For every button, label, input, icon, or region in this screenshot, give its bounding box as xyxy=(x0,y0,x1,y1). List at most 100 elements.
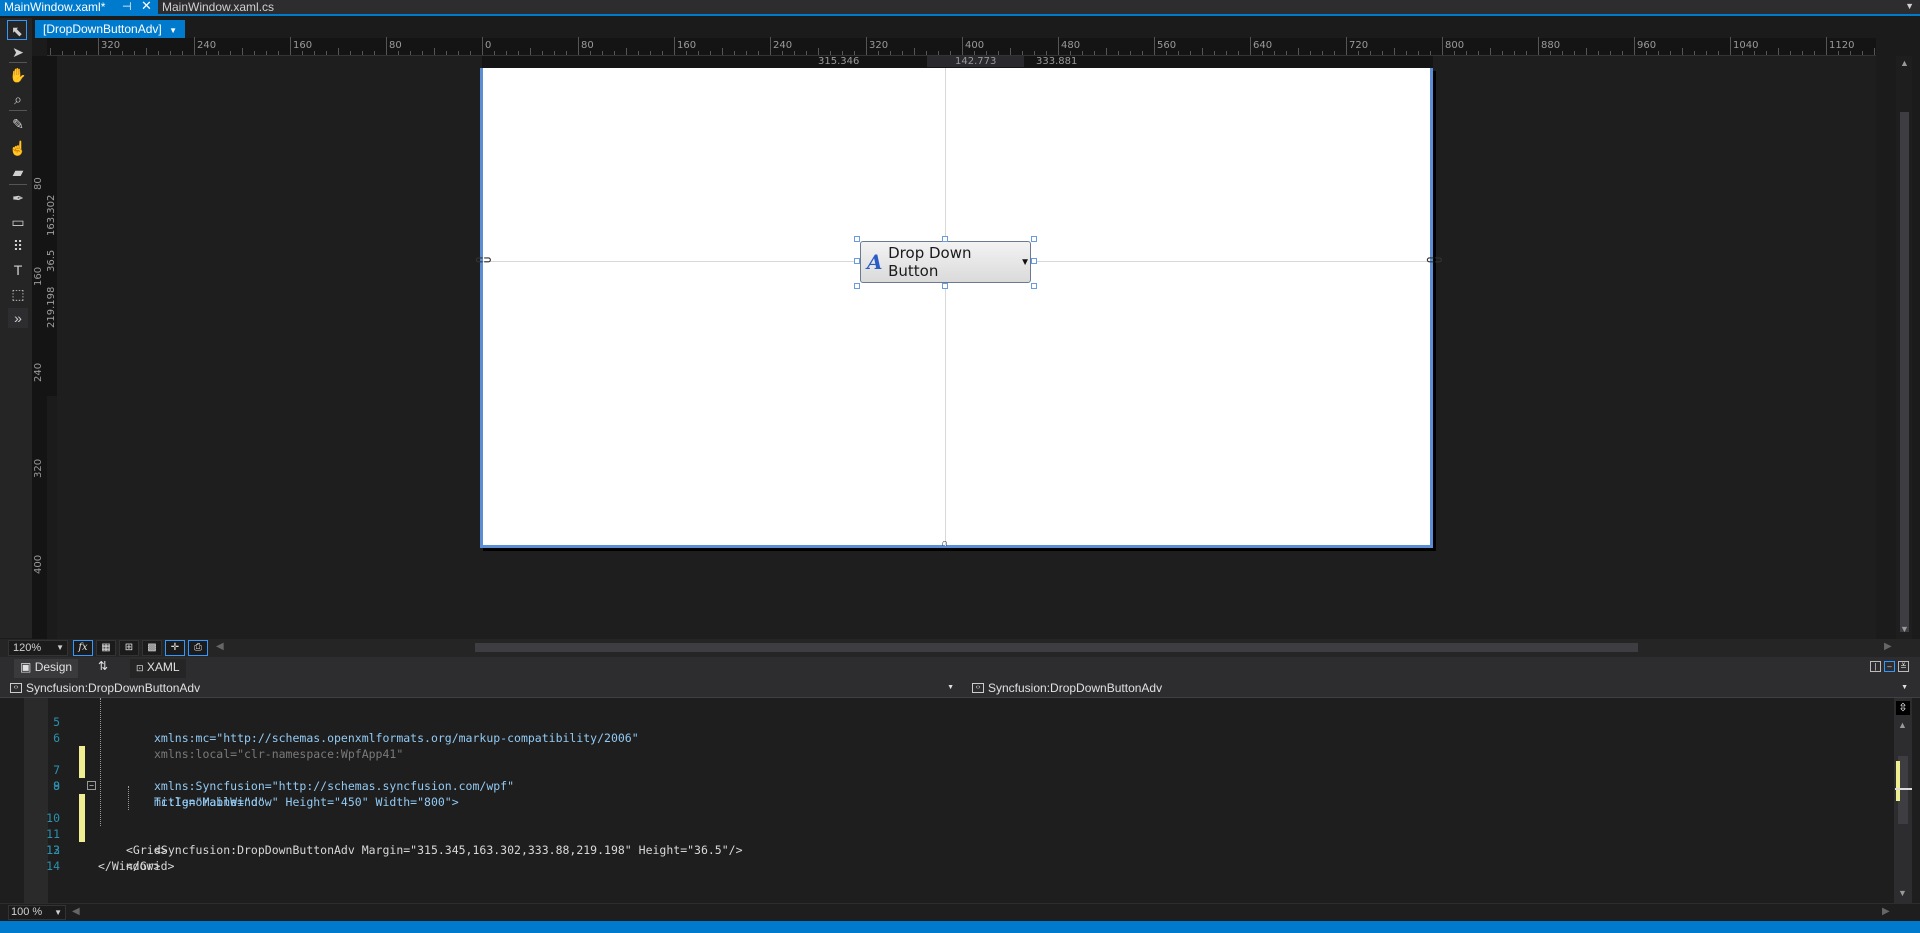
resize-handle-t[interactable] xyxy=(942,236,948,242)
designer-vertical-scrollbar[interactable]: ▲ ▼ xyxy=(1896,56,1912,639)
scroll-up-icon[interactable]: ▲ xyxy=(1898,720,1907,730)
device-icon[interactable]: ⎙ xyxy=(188,640,208,656)
ruler-tick xyxy=(290,37,291,55)
zoom-icon[interactable]: ⌕ xyxy=(8,89,28,109)
swap-panes-icon[interactable]: ⇅ xyxy=(98,659,108,673)
drop-down-button-adv[interactable]: A Drop Down Button ▼ xyxy=(860,241,1031,283)
change-marker xyxy=(79,794,85,810)
button-letter-icon: A xyxy=(867,250,883,274)
ruler-tick xyxy=(1790,51,1791,55)
scroll-thumb[interactable] xyxy=(1900,112,1909,632)
resize-handle-tl[interactable] xyxy=(854,236,860,242)
collapse-pane-icon[interactable]: ≚ xyxy=(1898,661,1909,672)
ruler-tick xyxy=(398,51,399,55)
resize-handle-bl[interactable] xyxy=(854,283,860,289)
bottom-anchor-icon[interactable]: ∩ xyxy=(941,538,948,549)
scroll-down-icon[interactable]: ▼ xyxy=(1900,624,1909,634)
ruler-label: 240 xyxy=(773,40,793,51)
left-anchor-icon[interactable]: ⊂⊃ xyxy=(475,255,492,266)
collapse-icon[interactable]: − xyxy=(87,781,96,790)
right-anchor-icon[interactable]: ⊂⊃ xyxy=(1426,255,1443,266)
ruler-tick xyxy=(446,51,447,55)
scroll-down-icon[interactable]: ▼ xyxy=(1898,888,1907,898)
line-number: 13 xyxy=(46,843,60,857)
element-breadcrumb[interactable]: [DropDownButtonAdv] ▼ xyxy=(35,20,185,38)
resize-handle-l[interactable] xyxy=(854,258,860,264)
ruler-tick xyxy=(1202,48,1203,55)
toolbox-divider xyxy=(9,110,27,111)
ruler-tick xyxy=(1718,51,1719,55)
resize-handle-r[interactable] xyxy=(1031,258,1037,264)
line-number: 9 xyxy=(53,779,60,793)
ruler-tick xyxy=(782,51,783,55)
resize-handle-b[interactable] xyxy=(942,283,948,289)
margin-right-value: 333.881 xyxy=(1036,56,1078,67)
toolbox-divider xyxy=(9,62,27,63)
ruler-tick xyxy=(1814,51,1815,55)
scroll-right-icon[interactable]: ▶ xyxy=(1882,906,1890,917)
rectangle-icon[interactable]: ▭ xyxy=(8,212,28,232)
tab-mainwindow-xaml-cs[interactable]: MainWindow.xaml.cs xyxy=(158,0,278,14)
scroll-left-icon[interactable]: ◀ xyxy=(216,641,224,652)
more-tools-icon[interactable]: » xyxy=(8,308,28,328)
scroll-left-icon[interactable]: ◀ xyxy=(72,906,80,917)
horizontal-ruler: 320 240 160 80 0 80 160 240 320 400 480 560 640 720 80… xyxy=(47,37,1876,56)
ruler-label: 720 xyxy=(1349,40,1369,51)
tab-design[interactable]: ▣ Design xyxy=(14,659,79,678)
editor-vertical-scrollbar[interactable]: ⇳ ▲ ▼ xyxy=(1894,698,1912,903)
close-icon[interactable]: ✕ xyxy=(141,0,152,13)
element-navigation-dropdown[interactable]: ‹› Syncfusion:DropDownButtonAdv ▼ xyxy=(0,679,960,697)
ruler-tick xyxy=(1298,48,1299,55)
ruler-tick xyxy=(1142,51,1143,55)
text-icon[interactable]: T xyxy=(8,260,28,280)
resize-handle-tr[interactable] xyxy=(1031,236,1037,242)
tab-overflow-icon[interactable]: ▼ xyxy=(1905,1,1914,11)
window-artboard[interactable] xyxy=(480,68,1433,548)
eraser-icon[interactable]: ▰ xyxy=(8,162,28,182)
pin-icon[interactable]: ⊣ xyxy=(122,0,132,14)
ruler-tick xyxy=(218,51,219,55)
artboard-icon[interactable]: ⊞ xyxy=(119,640,139,656)
split-view-tabs: ▣ Design ⇅ ⊡ XAML | – ≚ xyxy=(0,657,1920,678)
margin-bottom-value: 219.198 xyxy=(46,286,57,328)
ruler-tick xyxy=(554,51,555,55)
resize-handle-br[interactable] xyxy=(1031,283,1037,289)
grid-toggle-icon[interactable]: ▦ xyxy=(96,640,116,656)
scroll-up-icon[interactable]: ▲ xyxy=(1900,58,1909,68)
vertical-guide-line xyxy=(945,68,946,546)
ruler-tick xyxy=(266,51,267,55)
ruler-label: 80 xyxy=(581,40,594,51)
pan-hand-icon[interactable]: ✋ xyxy=(8,65,28,85)
horizontal-split-icon[interactable]: – xyxy=(1884,661,1895,672)
xaml-code-editor[interactable]: 5 xmlns:mc="http://schemas.openxmlformat… xyxy=(0,698,1920,903)
paint-bucket-icon[interactable]: ☝ xyxy=(8,138,28,158)
editor-zoom-select[interactable]: 100 % ▼ xyxy=(8,905,66,920)
pen-icon[interactable]: ✒ xyxy=(8,188,28,208)
pointer-select-icon[interactable]: ⬉ xyxy=(7,20,27,40)
checkerboard-icon[interactable]: ▩ xyxy=(142,640,162,656)
tab-xaml[interactable]: ⊡ XAML xyxy=(130,659,186,678)
line-text: xmlns:mc="http://schemas.openxmlformats.… xyxy=(154,731,639,745)
zoom-select[interactable]: 120% ▼ xyxy=(8,640,68,656)
ruler-label: 160 xyxy=(293,40,313,51)
split-handle-icon[interactable]: ⇳ xyxy=(1896,701,1910,715)
tab-label: MainWindow.xaml.cs xyxy=(162,0,275,14)
line-text: <Syncfusion:DropDownButtonAdv Margin="31… xyxy=(154,843,743,857)
snap-lines-icon[interactable]: ✛ xyxy=(165,640,185,656)
selection-arrow-icon[interactable]: ➤ xyxy=(8,42,28,62)
scroll-right-icon[interactable]: ▶ xyxy=(1884,641,1892,652)
fx-effects-button[interactable]: fx xyxy=(73,640,93,656)
ruler-tick xyxy=(386,37,387,55)
ruler-tick xyxy=(1322,51,1323,55)
grid-icon[interactable]: ⠿ xyxy=(8,236,28,256)
member-navigation-dropdown[interactable]: ‹› Syncfusion:DropDownButtonAdv ▼ xyxy=(962,679,1912,697)
eyedropper-icon[interactable]: ✎ xyxy=(8,114,28,134)
tab-label: XAML xyxy=(146,660,180,674)
ruler-tick xyxy=(1094,51,1095,55)
ruler-tick xyxy=(326,51,327,55)
control-selector-icon[interactable]: ⬚ xyxy=(8,284,28,304)
tab-mainwindow-xaml[interactable]: MainWindow.xaml* ⊣ ✕ xyxy=(0,0,158,14)
designer-horizontal-scrollbar[interactable] xyxy=(475,643,1638,652)
ruler-tick xyxy=(1262,51,1263,55)
vertical-split-icon[interactable]: | xyxy=(1870,661,1881,672)
